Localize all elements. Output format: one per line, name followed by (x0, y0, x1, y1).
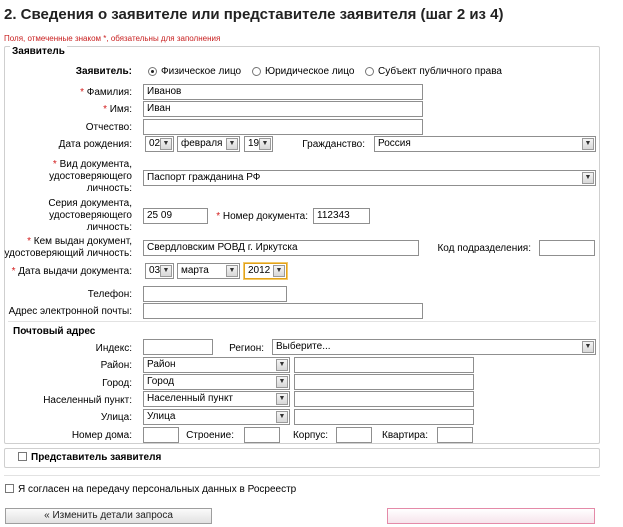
doc-series-input[interactable]: 25 09 (143, 208, 208, 224)
chevron-down-icon: ▼ (160, 138, 172, 150)
radio-public-subject[interactable] (365, 67, 374, 76)
region-label: Регион: (229, 343, 264, 354)
city-label: Город: (102, 378, 132, 389)
settlement-select[interactable]: Населенный пункт ▼ (143, 391, 290, 407)
birth-year-select[interactable]: 1981▼ (244, 136, 273, 152)
issued-by-label: * Кем выдан документ, удостоверяющий лич… (4, 236, 132, 259)
house-label: Номер дома: (71, 430, 132, 441)
district-label: Район: (100, 360, 132, 371)
issue-date-label: * Дата выдачи документа: (11, 266, 132, 277)
patronymic-input[interactable] (143, 119, 423, 135)
doc-series-label: Серия документа, удостоверяющего личност… (48, 198, 132, 233)
radio-public-subject-label: Субъект публичного права (378, 66, 502, 77)
birth-day-select[interactable]: 02 ▼ (145, 136, 174, 152)
chevron-down-icon: ▼ (259, 138, 271, 150)
doctype-select[interactable]: Паспорт гражданина РФ ▼ (143, 170, 596, 186)
district-select[interactable]: Район ▼ (143, 357, 290, 373)
chevron-down-icon: ▼ (582, 341, 594, 353)
subdivision-label: Код подразделения: (437, 243, 531, 254)
applicant-legend: Заявитель (10, 46, 67, 57)
region-select[interactable]: Выберите... ▼ (272, 339, 596, 355)
flat-input[interactable] (437, 427, 473, 443)
chevron-down-icon: ▼ (276, 411, 288, 423)
street-input[interactable] (294, 409, 474, 425)
city-select[interactable]: Город ▼ (143, 374, 290, 390)
chevron-down-icon: ▼ (160, 265, 172, 277)
flat-label: Квартира: (382, 430, 428, 441)
consent-label: Я согласен на передачу персональных данн… (18, 484, 297, 495)
city-input[interactable] (294, 374, 474, 390)
chevron-down-icon: ▼ (276, 359, 288, 371)
change-request-details-button[interactable]: « Изменить детали запроса (5, 508, 212, 524)
applicant-type-label: Заявитель: (75, 66, 132, 77)
index-input[interactable] (143, 339, 213, 355)
chevron-down-icon: ▼ (226, 138, 238, 150)
index-label: Индекс: (95, 343, 132, 354)
settlement-label: Населенный пункт: (43, 395, 132, 406)
next-button[interactable] (387, 508, 595, 524)
doc-number-input[interactable]: 112343 (313, 208, 370, 224)
radio-legal-entity-label: Юридическое лицо (265, 66, 355, 77)
firstname-label: * Имя: (103, 104, 132, 115)
settlement-input[interactable] (294, 391, 474, 407)
corpus-label: Корпус: (292, 430, 328, 441)
building-input[interactable] (244, 427, 280, 443)
issued-by-input[interactable]: Свердловским РОВД г. Иркутска (143, 240, 419, 256)
chevron-down-icon: ▼ (582, 172, 594, 184)
issue-month-select[interactable]: марта ▼ (177, 263, 240, 279)
chevron-down-icon: ▼ (226, 265, 238, 277)
lastname-input[interactable]: Иванов (143, 84, 423, 100)
page-title: 2. Сведения о заявителе или представител… (4, 6, 504, 23)
firstname-input[interactable]: Иван (143, 101, 423, 117)
doctype-label: * Вид документа, удостоверяющего личност… (49, 159, 132, 194)
email-input[interactable] (143, 303, 423, 319)
street-label: Улица: (100, 412, 132, 423)
phone-input[interactable] (143, 286, 287, 302)
consent-checkbox[interactable] (5, 484, 14, 493)
phone-label: Телефон: (87, 289, 132, 300)
issue-year-select[interactable]: 2012 ▼ (244, 263, 287, 279)
chevron-down-icon: ▼ (582, 138, 594, 150)
representative-checkbox[interactable] (18, 452, 27, 461)
chevron-down-icon: ▼ (276, 393, 288, 405)
lastname-label: * Фамилия: (80, 87, 132, 98)
divider (4, 475, 600, 476)
representative-label: Представитель заявителя (31, 452, 162, 463)
street-select[interactable]: Улица ▼ (143, 409, 290, 425)
radio-individual[interactable] (148, 67, 157, 76)
corpus-input[interactable] (336, 427, 372, 443)
subdivision-input[interactable] (539, 240, 595, 256)
citizenship-select[interactable]: Россия ▼ (374, 136, 596, 152)
house-input[interactable] (143, 427, 179, 443)
district-input[interactable] (294, 357, 474, 373)
postal-address-title: Почтовый адрес (13, 326, 96, 337)
chevron-down-icon: ▼ (273, 265, 285, 277)
birth-month-select[interactable]: февраля ▼ (177, 136, 240, 152)
radio-legal-entity[interactable] (252, 67, 261, 76)
email-label: Адрес электронной почты: (8, 306, 132, 317)
divider (8, 321, 596, 322)
chevron-down-icon: ▼ (276, 376, 288, 388)
birthdate-label: Дата рождения: (58, 139, 132, 150)
doc-number-label: * Номер документа: (216, 211, 308, 222)
citizenship-label: Гражданство: (302, 139, 365, 150)
required-note: Поля, отмеченные знаком *, обязательны д… (4, 34, 221, 43)
patronymic-label: Отчество: (85, 122, 132, 133)
building-label: Строение: (186, 430, 234, 441)
radio-individual-label: Физическое лицо (161, 66, 242, 77)
issue-day-select[interactable]: 03 ▼ (145, 263, 174, 279)
